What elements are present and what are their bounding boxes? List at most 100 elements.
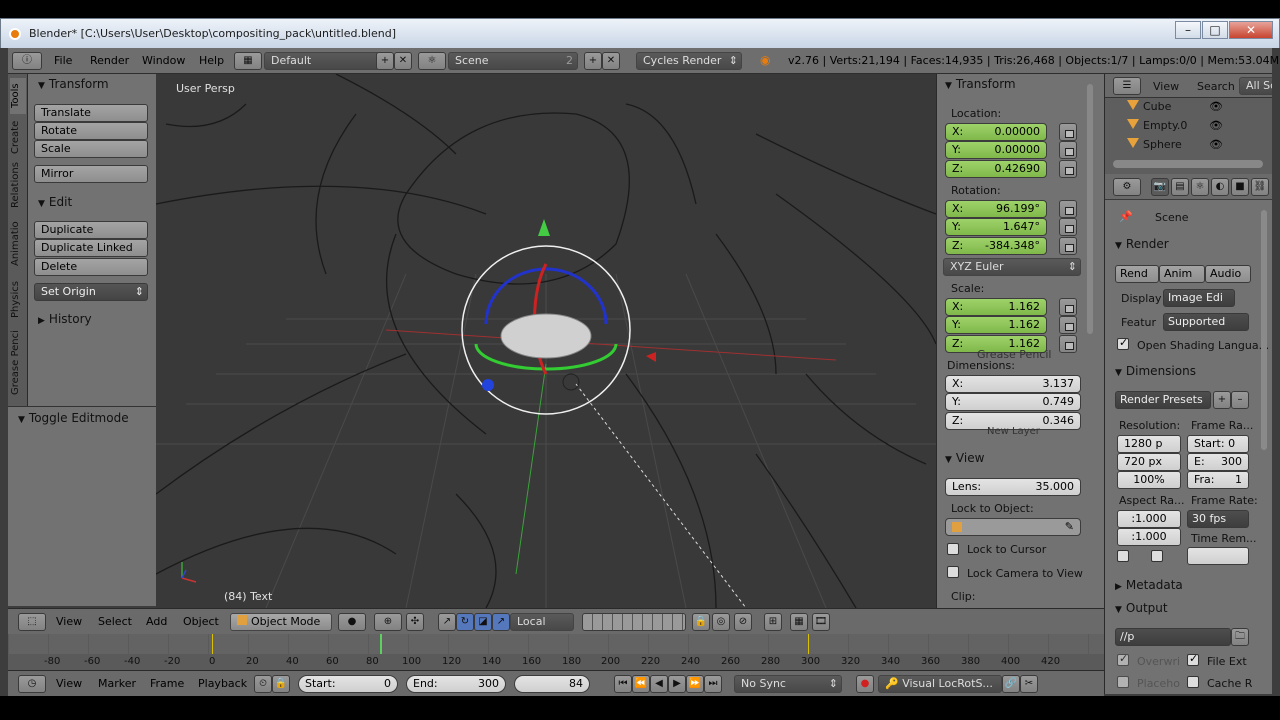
frame-end-field[interactable]: E: 300 — [1187, 453, 1249, 471]
scale-manipulator-icon[interactable]: ◪ — [474, 613, 492, 631]
resolution-percentage-field[interactable]: 100% — [1117, 471, 1181, 489]
start-frame-field[interactable]: Start: 0 — [298, 675, 398, 693]
duplicate-button[interactable]: Duplicate — [34, 221, 148, 239]
insert-keyframe-icon[interactable]: 🔗 — [1002, 675, 1020, 693]
layers-context-icon[interactable]: ▤ — [1171, 178, 1189, 196]
end-frame-field[interactable]: End: 300 — [406, 675, 506, 693]
rotate-button[interactable]: Rotate — [34, 122, 148, 140]
outliner-display-filter[interactable]: All Sc — [1239, 77, 1272, 95]
lock-scale-y-icon[interactable] — [1059, 316, 1077, 334]
border-checkbox[interactable] — [1117, 550, 1129, 562]
render-animation-button[interactable]: Anim — [1159, 265, 1205, 283]
view3d-menu-select[interactable]: Select — [98, 615, 132, 628]
remove-preset-icon[interactable]: – — [1231, 391, 1249, 409]
minimize-button[interactable]: – — [1175, 21, 1201, 39]
menu-help[interactable]: Help — [199, 54, 224, 67]
visibility-eye-icon[interactable]: 👁 — [1209, 119, 1223, 132]
opengl-render-anim-icon[interactable]: 🎞 — [812, 613, 830, 631]
output-path-field[interactable]: //p — [1115, 628, 1231, 646]
menu-file[interactable]: File — [54, 54, 72, 67]
view3d-menu-add[interactable]: Add — [146, 615, 167, 628]
timeline[interactable]: -80 -60 -40 -20 0 20 40 60 80 100 120 14… — [8, 634, 1104, 670]
dimensions-panel-header[interactable]: ▼ Dimensions — [1115, 364, 1196, 378]
screen-layout-icon[interactable]: ▦ — [234, 52, 262, 70]
n-transform-header[interactable]: ▼ Transform — [945, 77, 1016, 91]
lock-camera-layers-icon[interactable]: 🔒 — [692, 613, 710, 631]
delete-button[interactable]: Delete — [34, 258, 148, 276]
display-select[interactable]: Image Edi — [1163, 289, 1235, 307]
scale-y-field[interactable]: Y: 1.162 — [945, 316, 1047, 334]
menu-render[interactable]: Render — [90, 54, 129, 67]
menu-window[interactable]: Window — [142, 54, 185, 67]
visibility-eye-icon[interactable]: 👁 — [1209, 138, 1223, 151]
pin-icon[interactable]: 📌 — [1119, 210, 1133, 223]
viewport-shading-icon[interactable]: ● — [338, 613, 366, 631]
open-shading-language-checkbox[interactable] — [1117, 336, 1129, 350]
interaction-mode-select[interactable]: Object Mode — [230, 613, 332, 631]
location-x-field[interactable]: X: 0.00000 — [945, 123, 1047, 141]
snap-element-icon[interactable]: ⊞ — [764, 613, 782, 631]
snap-toggle-icon[interactable]: ⊘ — [734, 613, 752, 631]
lock-range-icon[interactable]: 🔒 — [272, 675, 290, 693]
time-remap-fields[interactable] — [1187, 547, 1249, 565]
constraints-context-icon[interactable]: ⛓ — [1251, 178, 1269, 196]
outliner-h-scrollbar[interactable] — [1113, 160, 1263, 168]
lock-scale-z-icon[interactable] — [1059, 335, 1077, 353]
render-image-button[interactable]: Rend — [1115, 265, 1159, 283]
pivot-point-icon[interactable]: ⊕ — [374, 613, 402, 631]
view-panel-header[interactable]: ▼ View — [945, 451, 984, 465]
current-frame-field[interactable]: 84 — [514, 675, 590, 693]
frame-ruler[interactable]: -80 -60 -40 -20 0 20 40 60 80 100 120 14… — [8, 654, 1104, 670]
render-audio-button[interactable]: Audio — [1205, 265, 1251, 283]
metadata-panel-header[interactable]: ▶ Metadata — [1115, 578, 1183, 592]
delete-keyframe-icon[interactable]: ✂ — [1020, 675, 1038, 693]
properties-editor-type-icon[interactable]: ⚙ — [1113, 178, 1141, 196]
overwrite-checkbox[interactable] — [1117, 652, 1129, 666]
rotation-z-field[interactable]: Z: -384.348° — [945, 237, 1047, 255]
rotation-mode-icon[interactable]: ↗ — [492, 613, 510, 631]
placeholders-checkbox[interactable] — [1117, 676, 1129, 688]
dimensions-x-field[interactable]: X: 3.137 — [945, 375, 1081, 393]
3d-viewport[interactable]: User Persp (84) Text — [156, 74, 936, 608]
eyedropper-icon[interactable]: ✎ — [1065, 519, 1074, 535]
frame-start-field[interactable]: Start: 0 — [1187, 435, 1249, 453]
proportional-edit-icon[interactable]: ◎ — [712, 613, 730, 631]
outliner-item-empty[interactable]: Empty.0 — [1127, 119, 1187, 132]
aspect-y-field[interactable]: :1.000 — [1117, 528, 1181, 546]
maximize-button[interactable]: □ — [1202, 21, 1228, 39]
view3d-menu-view[interactable]: View — [56, 615, 82, 628]
lock-rotation-x-icon[interactable] — [1059, 200, 1077, 218]
keying-set-field[interactable]: 🔑 Visual LocRotS... — [878, 675, 1002, 693]
lock-location-y-icon[interactable] — [1059, 141, 1077, 159]
editor-type-icon[interactable]: ⓘ — [12, 52, 42, 70]
auto-keying-icon[interactable]: ● — [856, 675, 874, 693]
jump-end-icon[interactable]: ⏭ — [704, 675, 722, 693]
transform-panel-header[interactable]: ▼ Transform — [38, 77, 109, 91]
aspect-x-field[interactable]: :1.000 — [1117, 510, 1181, 528]
render-presets-select[interactable]: Render Presets — [1115, 391, 1211, 409]
world-context-icon[interactable]: ◐ — [1211, 178, 1229, 196]
scene-name-field[interactable]: Scene 2 — [448, 52, 578, 70]
lock-location-z-icon[interactable] — [1059, 160, 1077, 178]
outliner-editor-type-icon[interactable]: ☰ — [1113, 77, 1141, 95]
outliner-item-sphere[interactable]: Sphere — [1127, 138, 1182, 151]
add-scene-icon[interactable]: + — [584, 52, 602, 70]
crop-checkbox[interactable] — [1151, 550, 1163, 562]
scale-button[interactable]: Scale — [34, 140, 148, 158]
object-context-icon[interactable]: ■ — [1231, 178, 1249, 196]
render-panel-header[interactable]: ▼ Render — [1115, 237, 1169, 251]
close-button[interactable]: ✕ — [1229, 21, 1273, 39]
outliner-item-cube[interactable]: Cube — [1127, 100, 1171, 113]
lock-rotation-y-icon[interactable] — [1059, 218, 1077, 236]
tab-relations[interactable]: Relations — [10, 160, 26, 210]
n-panel-scrollbar[interactable] — [1087, 84, 1093, 334]
play-reverse-icon[interactable]: ◀ — [650, 675, 668, 693]
sync-mode-select[interactable]: No Sync ⇕ — [734, 675, 842, 693]
render-context-icon[interactable]: 📷 — [1151, 178, 1169, 196]
manipulator-toggle-icon[interactable]: ✣ — [406, 613, 424, 631]
toggle-editmode-header[interactable]: ▼ Toggle Editmode — [18, 411, 129, 425]
cache-result-checkbox[interactable] — [1187, 676, 1199, 688]
play-icon[interactable]: ▶ — [668, 675, 686, 693]
feature-set-select[interactable]: Supported — [1163, 313, 1249, 331]
layer-buttons[interactable] — [582, 613, 686, 631]
